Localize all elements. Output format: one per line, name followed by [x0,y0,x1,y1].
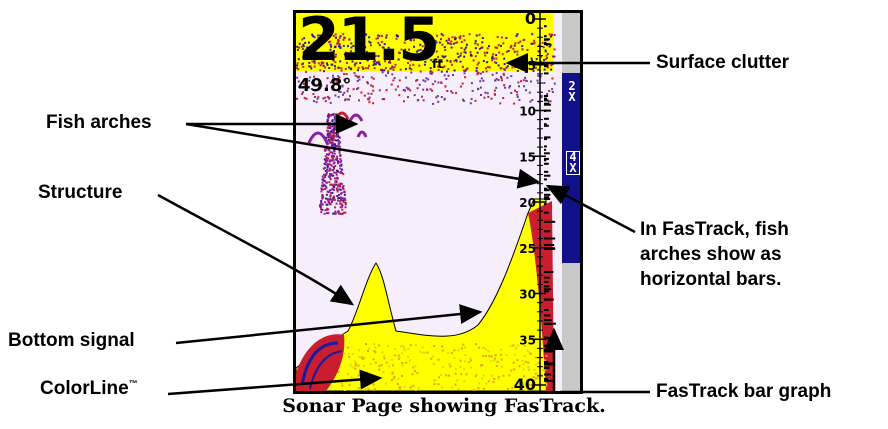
structure-label: Structure [38,182,123,203]
bottom-signal-label: Bottom signal [8,330,135,351]
sonar-figure: 0 5 10 15 20 25 30 35 40 21.5 ft 49.8° 2 X 4 X [0,0,888,429]
trademark-mark: ™ [128,378,138,389]
surface-clutter-label: Surface clutter [656,52,790,73]
figure-caption: Sonar Page showing FasTrack. [282,395,606,417]
fish-arches-label: Fish arches [46,112,152,133]
fastrack-note-label: In FasTrack, fish arches show as horizon… [640,219,789,290]
